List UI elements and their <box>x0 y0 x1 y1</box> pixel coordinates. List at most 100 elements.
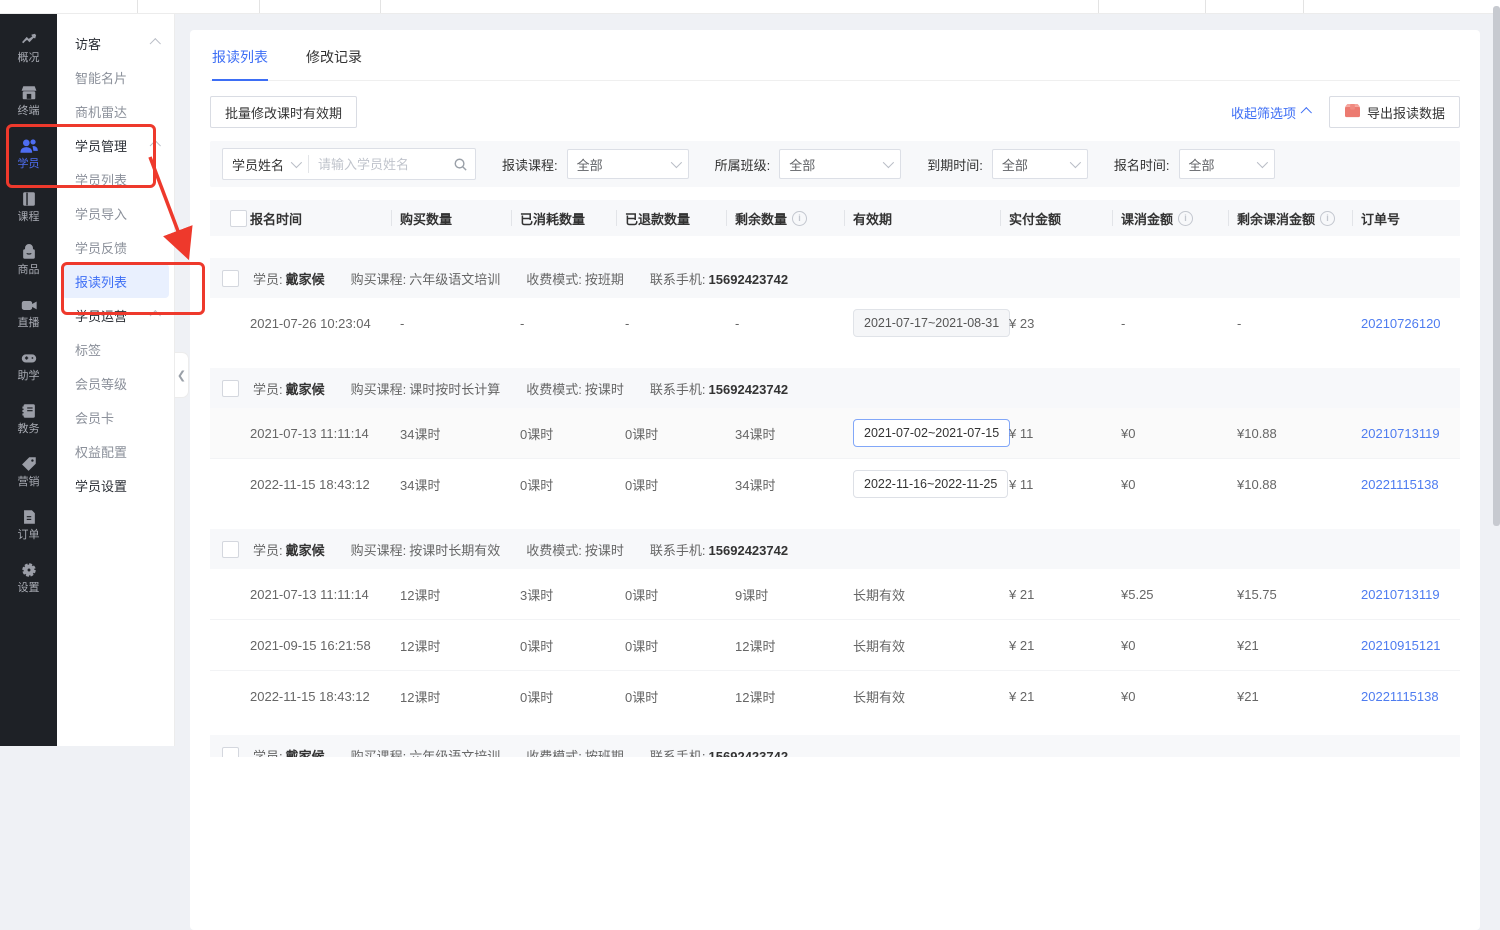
sidebar-item-terminal[interactable]: 终端 <box>0 74 57 127</box>
sidebar-item-products[interactable]: 商品 <box>0 233 57 286</box>
cell-refunded: 0课时 <box>625 638 659 654</box>
order-number-link[interactable]: 20221115138 <box>1361 689 1439 704</box>
table-row: 2021-09-15 16:21:58 12课时 0课时 0课时 12课时 长期… <box>210 619 1460 670</box>
cell-paid: ¥ 23 <box>1009 315 1035 331</box>
sidebar-item-label: 营销 <box>17 476 40 488</box>
scrollbar[interactable] <box>1493 6 1500 526</box>
submenu-item-smart-card[interactable]: 智能名片 <box>62 60 169 94</box>
sidebar-item-label: 设置 <box>17 582 40 594</box>
charge-mode: 按班期 <box>584 748 624 758</box>
expire-time-select[interactable]: 全部 <box>991 149 1088 179</box>
cell-remain-amount: - <box>1237 315 1242 331</box>
cell-refunded: 0课时 <box>625 689 659 705</box>
submenu-item-biz-radar[interactable]: 商机雷达 <box>62 94 169 128</box>
phone-number: 15692423742 <box>708 748 789 758</box>
col-remaining-qty: 剩余数量 <box>727 200 845 236</box>
order-number-link[interactable]: 20210726120 <box>1361 316 1441 331</box>
sidebar-item-live[interactable]: 直播 <box>0 286 57 339</box>
cell-refunded: 0课时 <box>625 477 659 493</box>
info-icon[interactable] <box>1320 210 1336 226</box>
submenu-section-student-ops[interactable]: 学员运营 <box>57 298 174 332</box>
cell-remain-amount: ¥15.75 <box>1237 586 1277 602</box>
cell-enroll-time: 2021-07-13 11:11:14 <box>250 586 369 602</box>
student-name-input[interactable] <box>309 156 446 172</box>
search-icon[interactable] <box>445 157 475 172</box>
bag-icon <box>20 243 38 261</box>
chevron-up-icon <box>1300 107 1312 119</box>
info-icon[interactable] <box>1178 210 1194 226</box>
gear-icon <box>20 561 38 579</box>
content-card: 报读列表 修改记录 批量修改课时有效期 收起筛选项 导出报读数据 学员姓名 请输… <box>190 30 1480 930</box>
tab-bar: 报读列表 修改记录 <box>210 30 1460 81</box>
cell-enroll-time: 2022-11-15 18:43:12 <box>250 688 370 704</box>
submenu-item-label: 报读列表 <box>75 274 128 290</box>
submenu-section-student-settings[interactable]: 学员设置 <box>57 468 174 502</box>
class-select[interactable]: 全部 <box>779 149 902 179</box>
group-checkbox[interactable] <box>222 269 239 287</box>
select-value: 全部 <box>789 157 816 173</box>
phone-number: 15692423742 <box>708 542 789 558</box>
cell-paid: ¥ 11 <box>1009 425 1034 441</box>
submenu-item-rights-config[interactable]: 权益配置 <box>62 434 169 468</box>
submenu-item-student-feedback[interactable]: 学员反馈 <box>62 230 169 264</box>
submenu-item-student-import[interactable]: 学员导入 <box>62 196 169 230</box>
cell-enroll-time: 2021-09-15 16:21:58 <box>250 637 371 653</box>
cell-consumed: 0课时 <box>520 477 554 493</box>
enroll-time-select[interactable]: 全部 <box>1178 149 1275 179</box>
group-header: 学员: 戴家候 购买课程: 课时按时长计算 收费模式: 按课时 联系手机: 156924… <box>210 368 1460 408</box>
filter-expire-time: 到期时间: 全部 <box>927 149 1088 179</box>
collapse-filters-link[interactable]: 收起筛选项 <box>1231 103 1312 122</box>
sidebar-item-students[interactable]: 学员 <box>0 127 57 180</box>
course-select[interactable]: 全部 <box>566 149 689 179</box>
submenu-item-enrollment-list[interactable]: 报读列表 <box>62 264 169 298</box>
cell-remaining: 12课时 <box>735 689 776 705</box>
student-name: 戴家候 <box>285 381 325 397</box>
validity-range-picker[interactable]: 2022-11-16~2022-11-25 <box>853 470 1009 498</box>
tab-enrollment-list[interactable]: 报读列表 <box>212 47 268 81</box>
chevron-up-icon <box>149 140 161 152</box>
sidebar-item-settings[interactable]: 设置 <box>0 551 57 604</box>
section-title: 访客 <box>75 36 102 52</box>
chevron-down-icon <box>290 156 303 169</box>
submenu-item-label: 智能名片 <box>75 70 128 86</box>
cell-remain-amount: ¥21 <box>1237 688 1259 704</box>
sidebar-item-orders[interactable]: 订单 <box>0 498 57 551</box>
order-number-link[interactable]: 20210713119 <box>1361 426 1440 441</box>
cell-consume-amount: ¥5.25 <box>1121 586 1154 602</box>
export-enrollment-button[interactable]: 导出报读数据 <box>1328 96 1460 128</box>
video-camera-icon <box>20 296 38 314</box>
cell-consume-amount: - <box>1121 315 1126 331</box>
order-number-link[interactable]: 20210915121 <box>1361 638 1441 653</box>
table-row: 2022-11-15 18:43:12 12课时 0课时 0课时 12课时 长期… <box>210 670 1460 721</box>
submenu-item-member-level[interactable]: 会员等级 <box>62 366 169 400</box>
cell-consumed: - <box>520 315 525 331</box>
sidebar-item-academic[interactable]: 教务 <box>0 392 57 445</box>
col-enroll-time: 报名时间 <box>242 200 392 236</box>
cell-consumed: 0课时 <box>520 638 554 654</box>
col-remain-consume-amount: 剩余课消金额 <box>1229 200 1353 236</box>
cell-remain-amount: ¥10.88 <box>1237 476 1277 492</box>
sidebar-item-marketing[interactable]: 营销 <box>0 445 57 498</box>
sidebar-item-courses[interactable]: 课程 <box>0 180 57 233</box>
select-value: 全部 <box>576 157 603 173</box>
sidebar-item-study-aid[interactable]: 助学 <box>0 339 57 392</box>
group-checkbox[interactable] <box>222 379 239 397</box>
sidebar-item-overview[interactable]: 概况 <box>0 21 57 74</box>
course-name: 按课时长期有效 <box>409 542 501 558</box>
submenu-item-member-card[interactable]: 会员卡 <box>62 400 169 434</box>
submenu-section-visitors[interactable]: 访客 <box>57 26 174 60</box>
order-number-link[interactable]: 20210713119 <box>1361 587 1440 602</box>
submenu-item-student-list[interactable]: 学员列表 <box>62 162 169 196</box>
batch-edit-validity-button[interactable]: 批量修改课时有效期 <box>210 96 358 128</box>
sidebar-collapse-handle[interactable]: ❮ <box>175 352 189 398</box>
submenu-item-label: 权益配置 <box>75 444 128 460</box>
info-icon[interactable] <box>792 210 808 226</box>
validity-range-picker[interactable]: 2021-07-02~2021-07-15 <box>853 419 1011 447</box>
group-checkbox[interactable] <box>222 746 239 757</box>
submenu-section-student-mgmt[interactable]: 学员管理 <box>57 128 174 162</box>
order-number-link[interactable]: 20221115138 <box>1361 477 1439 492</box>
tab-change-records[interactable]: 修改记录 <box>306 47 362 80</box>
submenu-item-tags[interactable]: 标签 <box>62 332 169 366</box>
group-checkbox[interactable] <box>222 540 239 558</box>
search-field-select[interactable]: 学员姓名 <box>223 155 308 174</box>
